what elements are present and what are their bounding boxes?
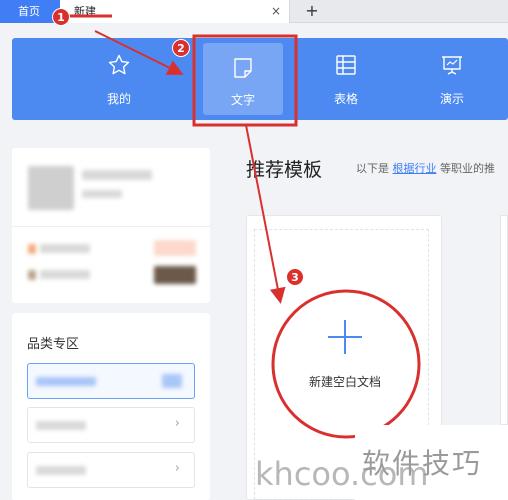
badge-icon	[28, 270, 36, 280]
new-tab-button[interactable]: +	[302, 0, 322, 23]
document-icon	[234, 58, 252, 78]
user-info	[82, 190, 122, 198]
type-text[interactable]: 文字	[197, 38, 283, 120]
subtitle-text: 等职业的推	[440, 162, 495, 175]
annotation-badge: 2	[172, 39, 190, 57]
subtitle-text: 以下是	[356, 162, 389, 175]
category-item[interactable]	[27, 363, 195, 399]
category-label	[36, 466, 86, 475]
tab-new-label: 新建	[74, 5, 96, 18]
type-my[interactable]: 我的	[79, 38, 159, 120]
tab-home-label: 首页	[18, 5, 40, 18]
tab-bar: 首页 新建 × +	[0, 0, 508, 23]
type-slides-label: 演示	[439, 92, 464, 106]
user-stat	[40, 244, 90, 253]
annotation-badge: 1	[52, 8, 70, 26]
category-item[interactable]: ›	[27, 407, 195, 443]
type-sheet[interactable]: 表格	[306, 38, 386, 120]
table-icon	[336, 55, 356, 75]
watermark-text: 软件技巧	[362, 447, 483, 480]
vip-button[interactable]	[154, 240, 196, 256]
category-icon	[162, 374, 182, 388]
blank-document-label: 新建空白文档	[308, 375, 381, 389]
user-card	[12, 148, 210, 303]
category-label	[36, 421, 86, 430]
avatar	[28, 166, 74, 210]
badge-icon	[28, 244, 36, 254]
annotation-badge: 3	[286, 268, 304, 286]
chevron-right-icon: ›	[174, 416, 180, 431]
user-name	[82, 170, 152, 180]
category-item[interactable]: ›	[27, 452, 195, 488]
tab-home[interactable]: 首页	[0, 0, 60, 23]
type-text-label: 文字	[230, 93, 255, 107]
tab-new[interactable]: 新建 ×	[60, 0, 290, 23]
template-card[interactable]	[500, 215, 508, 425]
star-icon	[108, 54, 130, 75]
category-title: 品类专区	[27, 337, 80, 352]
divider	[12, 226, 210, 227]
industry-link[interactable]: 根据行业	[393, 162, 437, 175]
type-sheet-label: 表格	[333, 92, 358, 106]
category-label	[36, 377, 96, 386]
plus-icon	[328, 320, 362, 354]
close-icon[interactable]: ×	[271, 0, 281, 23]
section-subtitle: 以下是 根据行业 等职业的推	[356, 160, 495, 176]
type-slides[interactable]: 演示	[412, 38, 492, 120]
type-my-label: 我的	[106, 92, 131, 106]
user-stat	[40, 270, 90, 279]
chevron-right-icon: ›	[174, 461, 180, 476]
section-title: 推荐模板	[246, 159, 323, 181]
document-type-bar: 我的 文字 表格 演示	[12, 38, 508, 120]
member-button[interactable]	[154, 266, 196, 284]
presentation-icon	[442, 56, 462, 75]
